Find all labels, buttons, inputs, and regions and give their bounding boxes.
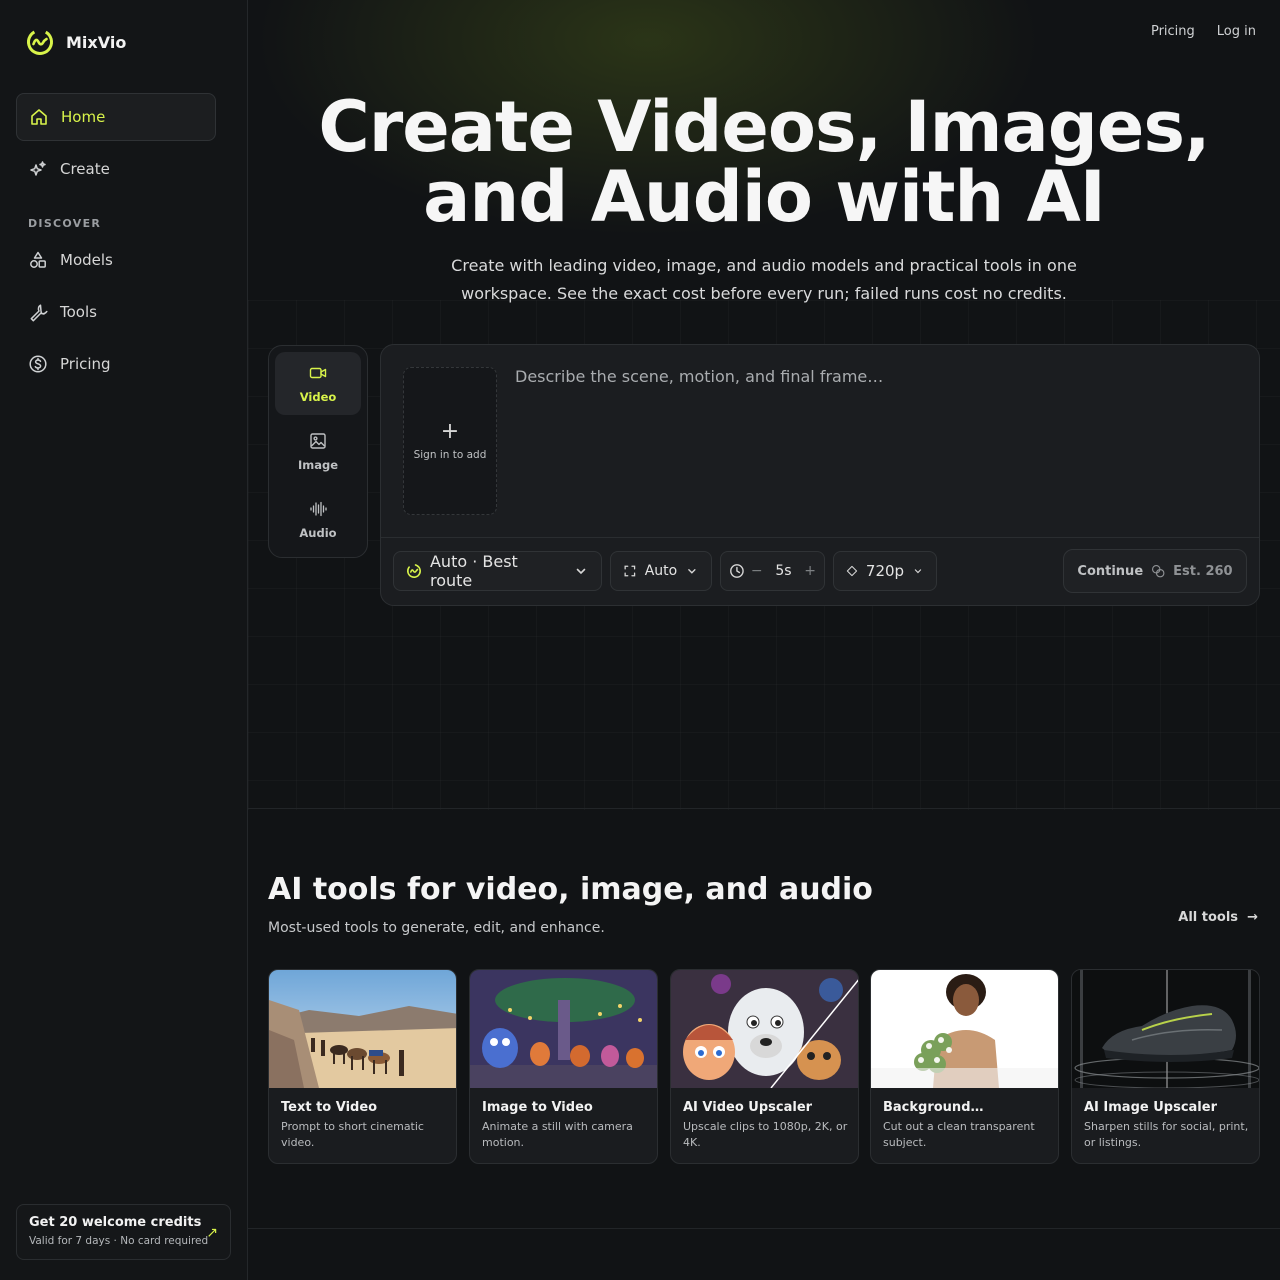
auto-route-icon xyxy=(406,564,421,578)
sparkles-icon xyxy=(30,161,46,176)
hero-subtitle: Create with leading video, image, and au… xyxy=(451,256,1077,303)
clock-icon xyxy=(730,564,744,578)
resolution-value: 720p xyxy=(865,562,905,580)
diamond-icon xyxy=(846,565,858,577)
duration-increment-button[interactable]: + xyxy=(804,563,816,579)
tool-card-text-to-video[interactable]: Text to Video Prompt to short cinematic … xyxy=(268,969,457,1164)
prompt-composer: + Sign in to add Auto · Best route Auto … xyxy=(380,344,1260,606)
brand-name: MixVio xyxy=(66,32,127,52)
tool-card-description: Animate a still with camera motion. xyxy=(482,1120,633,1149)
sidebar: MixVio Home Create DISCOVER Models Tools xyxy=(0,0,248,1280)
mode-tab-audio[interactable]: Audio xyxy=(275,488,361,551)
mode-tab-image[interactable]: Image xyxy=(275,420,361,483)
cartoon-characters-image xyxy=(671,970,858,1088)
sidebar-item-models[interactable]: Models xyxy=(16,236,216,284)
video-camera-icon xyxy=(309,367,327,378)
sidebar-item-label: Create xyxy=(60,160,110,178)
top-nav: Pricing Log in xyxy=(1151,24,1256,39)
welcome-credits-promo[interactable]: Get 20 welcome credits Valid for 7 days … xyxy=(16,1204,231,1260)
continue-button[interactable]: Continue Est. 260 xyxy=(1063,549,1247,593)
tool-card-ai-image-upscaler[interactable]: AI Image Upscaler Sharpen stills for soc… xyxy=(1071,969,1260,1164)
arrow-right-icon: → xyxy=(1242,910,1258,925)
mode-label: Image xyxy=(297,457,339,472)
all-tools-label: All tools xyxy=(1178,910,1239,925)
wrench-icon xyxy=(30,304,48,322)
coins-icon xyxy=(1152,565,1165,578)
image-icon xyxy=(310,432,326,449)
tool-card-title: AI Video Upscaler xyxy=(683,1100,813,1115)
sidebar-item-create[interactable]: Create xyxy=(16,145,216,193)
tool-card-ai-video-upscaler[interactable]: AI Video Upscaler Upscale clips to 1080p… xyxy=(670,969,859,1164)
mixvio-logo-icon xyxy=(27,29,53,55)
tool-card-background-remover[interactable]: Background… Cut out a clean transparent … xyxy=(870,969,1059,1164)
top-nav-pricing-link[interactable]: Pricing xyxy=(1151,24,1195,39)
tool-card-title: Image to Video xyxy=(482,1100,593,1115)
tool-card-image-to-video[interactable]: Image to Video Animate a still with came… xyxy=(469,969,658,1164)
cartoon-festival-image xyxy=(470,970,657,1088)
chevron-down-icon xyxy=(576,568,586,575)
section-label-discover: DISCOVER xyxy=(28,217,102,230)
login-link[interactable]: Log in xyxy=(1217,24,1256,39)
mode-tab-video[interactable]: Video xyxy=(275,352,361,415)
upload-label: Sign in to add xyxy=(413,449,487,461)
all-tools-link[interactable]: All tools → xyxy=(1178,910,1258,925)
prompt-input[interactable] xyxy=(515,367,1235,507)
mode-label: Video xyxy=(299,389,337,404)
mode-label: Audio xyxy=(299,525,337,540)
continue-label: Continue xyxy=(1077,563,1144,579)
hero-title-line2: and Audio with AI xyxy=(423,156,1106,238)
sidebar-item-label: Pricing xyxy=(60,355,111,373)
sidebar-item-label: Models xyxy=(60,251,113,269)
duration-stepper: − 5s + xyxy=(720,551,825,591)
promo-title: Get 20 welcome credits xyxy=(29,1215,202,1230)
duration-value: 5s xyxy=(775,563,792,579)
hero-title: Create Videos, Images, and Audio with AI xyxy=(248,92,1280,232)
mode-selector: Video Image Audio xyxy=(268,345,368,558)
tool-card-description: Cut out a clean transparent subject. xyxy=(883,1120,1035,1149)
model-select[interactable]: Auto · Best route xyxy=(393,551,602,591)
tool-card-description: Prompt to short cinematic video. xyxy=(281,1120,424,1149)
tool-card-description: Sharpen stills for social, print, or lis… xyxy=(1084,1120,1249,1149)
model-select-value: Auto · Best route xyxy=(429,552,518,590)
upload-reference-slot[interactable]: + Sign in to add xyxy=(403,367,497,515)
woman-with-flowers-image xyxy=(871,970,1058,1088)
credit-estimate: Est. 260 xyxy=(1173,563,1233,579)
desert-caravan-image xyxy=(269,970,456,1088)
tool-card-title: Background… xyxy=(883,1100,984,1115)
tool-cards: Text to Video Prompt to short cinematic … xyxy=(268,969,1260,1164)
fullscreen-icon xyxy=(624,565,636,577)
dollar-circle-icon xyxy=(29,355,47,373)
sidebar-item-home[interactable]: Home xyxy=(16,93,216,141)
aspect-ratio-value: Auto xyxy=(644,563,678,579)
tool-card-title: AI Image Upscaler xyxy=(1084,1100,1217,1115)
section-divider xyxy=(248,808,1280,809)
tools-section-title: AI tools for video, image, and audio xyxy=(268,872,873,907)
sidebar-item-label: Home xyxy=(61,108,106,126)
tools-section-subtitle: Most-used tools to generate, edit, and e… xyxy=(268,920,605,936)
home-icon xyxy=(31,109,47,125)
arrow-up-right-icon: ↗ xyxy=(206,1225,218,1241)
section-divider xyxy=(248,1228,1280,1229)
chevron-down-icon xyxy=(688,569,696,574)
promo-subtitle: Valid for 7 days · No card required xyxy=(29,1235,209,1247)
waveform-icon xyxy=(310,501,327,516)
resolution-select[interactable]: 720p xyxy=(833,551,937,591)
logo[interactable]: MixVio xyxy=(26,28,126,56)
sidebar-item-label: Tools xyxy=(60,303,97,321)
composer-divider xyxy=(381,537,1259,538)
main-content: Pricing Log in Create Videos, Images, an… xyxy=(248,0,1280,1280)
shapes-icon xyxy=(30,251,46,268)
aspect-ratio-select[interactable]: Auto xyxy=(610,551,712,591)
tool-card-title: Text to Video xyxy=(281,1100,378,1115)
plus-icon: + xyxy=(440,419,460,444)
sidebar-item-pricing[interactable]: Pricing xyxy=(16,340,216,388)
sidebar-item-tools[interactable]: Tools xyxy=(16,288,216,336)
sneaker-image xyxy=(1072,970,1259,1088)
duration-decrement-button[interactable]: − xyxy=(751,563,763,579)
tool-card-description: Upscale clips to 1080p, 2K, or 4K. xyxy=(683,1120,848,1149)
chevron-down-icon xyxy=(914,569,922,574)
